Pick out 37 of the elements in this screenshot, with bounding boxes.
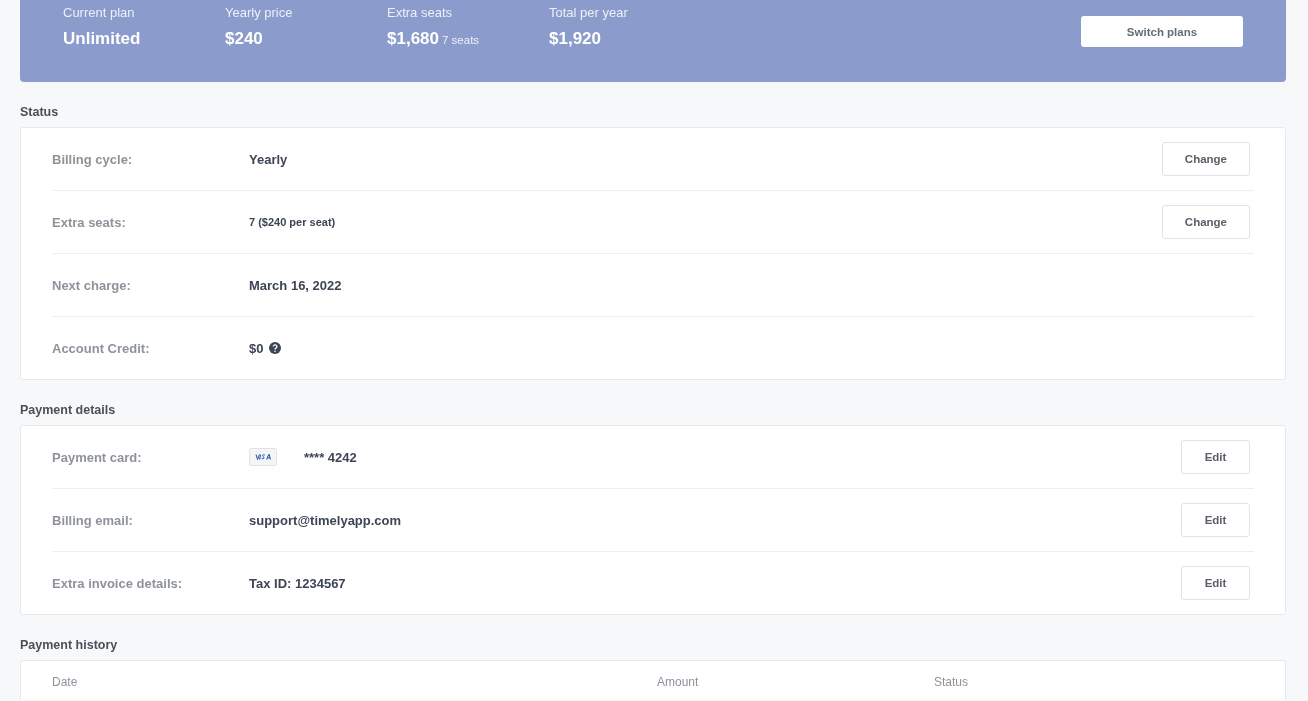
switch-plans-button[interactable]: Switch plans	[1081, 16, 1243, 47]
stat-value: Unlimited	[63, 29, 141, 49]
row-label: Billing email:	[52, 512, 134, 528]
stat-label: Current plan	[63, 5, 136, 20]
row-value: March 16, 2022	[249, 277, 342, 293]
row-value: **** 4242	[304, 449, 357, 465]
row-label: Extra seats:	[52, 214, 127, 230]
row-value: 7 ($240 per seat)	[249, 216, 336, 228]
row-label: Account Credit:	[52, 340, 151, 356]
row-value: Yearly	[249, 151, 288, 167]
row-action-button[interactable]: Edit	[1181, 566, 1250, 600]
stat-value: $240	[225, 29, 263, 49]
row-action-button[interactable]: Change	[1161, 142, 1250, 176]
stat-label: Yearly price	[225, 5, 294, 20]
row-value: Tax ID: 1234567	[249, 575, 346, 591]
row-label: Billing cycle:	[52, 151, 134, 167]
stat-label: Extra seats	[387, 5, 454, 20]
stat-note: 7 seats	[442, 34, 480, 46]
help-icon[interactable]	[269, 342, 282, 354]
row-label: Next charge:	[52, 277, 132, 293]
visa-card-icon	[249, 448, 277, 466]
section-title: Payment history	[20, 637, 118, 654]
row-action-button[interactable]: Edit	[1181, 440, 1250, 474]
section-title: Status	[20, 104, 59, 121]
row-action-button[interactable]: Edit	[1181, 503, 1250, 537]
row-label: Payment card:	[52, 449, 143, 465]
stat-label: Total per year	[549, 5, 629, 20]
column-header: Status	[934, 675, 970, 689]
stat-value: $1,680	[387, 29, 439, 49]
column-header: Date	[52, 675, 79, 689]
row-value: support@timelyapp.com	[249, 512, 402, 528]
row-action-button[interactable]: Change	[1161, 205, 1250, 239]
column-header: Amount	[657, 675, 700, 689]
row-label: Extra invoice details:	[52, 575, 184, 591]
stat-value: $1,920	[549, 29, 601, 49]
row-value: $0	[249, 340, 264, 356]
section-title: Payment details	[20, 402, 116, 419]
